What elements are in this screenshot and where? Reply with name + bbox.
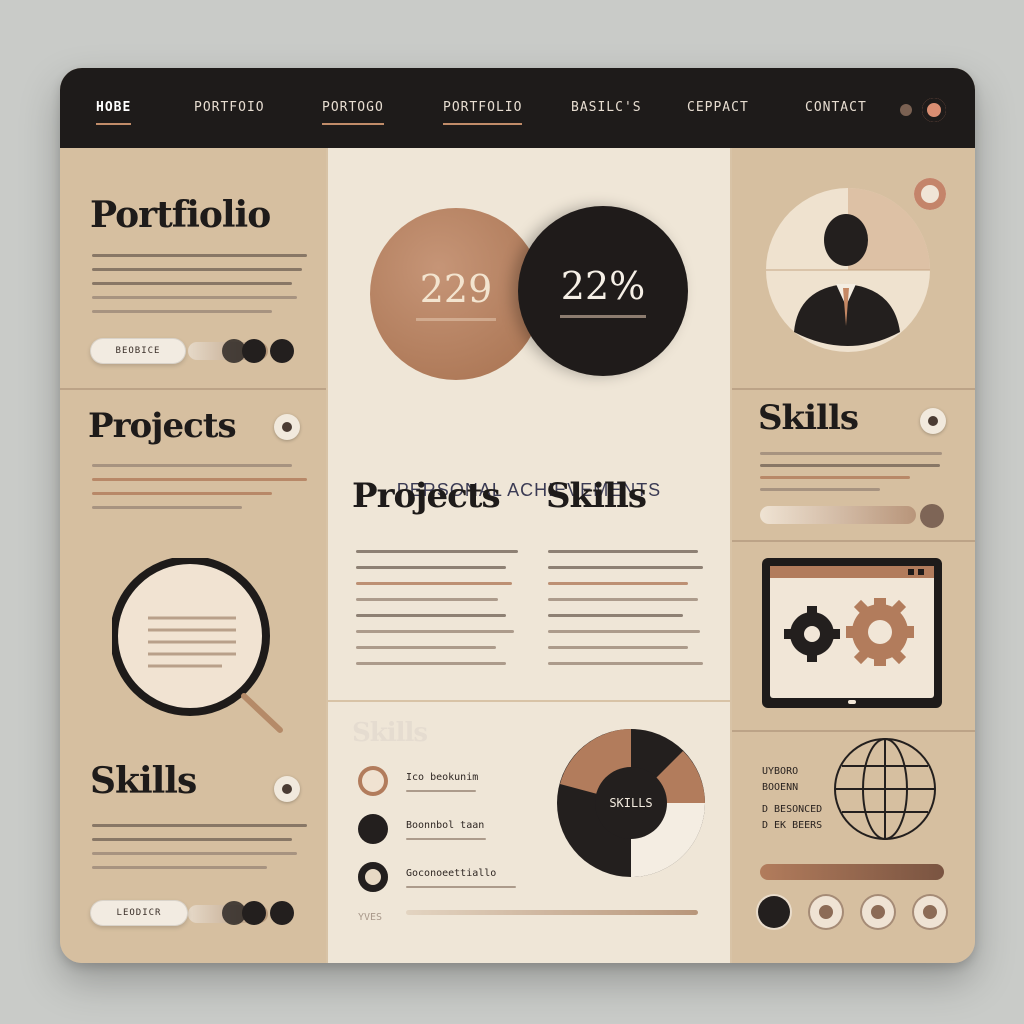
text-line <box>356 630 514 633</box>
option-ring-icon[interactable] <box>914 896 946 928</box>
text-line <box>92 282 292 285</box>
text-line <box>548 614 683 617</box>
achievements-panel <box>328 148 730 700</box>
footer-label: YVES <box>358 912 383 923</box>
progress-bar <box>406 910 698 915</box>
skills-title: Skills <box>90 760 197 802</box>
nav-item-portfolio-2[interactable]: PORTOGO <box>322 100 384 125</box>
text-line <box>406 790 476 792</box>
text-line <box>548 662 703 665</box>
projects-title: Projects <box>88 406 237 446</box>
option-dark-icon[interactable] <box>758 896 790 928</box>
stat-circle-right: 22% <box>518 206 688 376</box>
text-line <box>92 464 292 467</box>
text-line <box>356 566 506 569</box>
legend-marker-icon <box>358 814 388 844</box>
app-window: HOBE PORTFOIO PORTOGO PORTFOLIO BASILC'S… <box>60 68 975 963</box>
tablet-gears-illustration <box>762 558 942 708</box>
text-line <box>548 566 703 569</box>
slider-handle-icon[interactable] <box>920 504 944 528</box>
text-line <box>356 614 506 617</box>
profile-toggle-icon[interactable] <box>922 98 946 122</box>
text-line <box>548 550 698 553</box>
skills-heading: Skills <box>546 476 647 516</box>
text-line <box>92 838 292 841</box>
option-ring-icon[interactable] <box>862 896 894 928</box>
text-line <box>356 662 506 665</box>
skills-section-toggle-icon[interactable] <box>920 408 946 434</box>
text-line <box>560 314 646 318</box>
legend-marker-icon <box>358 766 388 796</box>
circle-button-icon[interactable] <box>242 339 266 363</box>
stat-right-value: 22% <box>560 263 646 308</box>
legend-label: Boonnbol taan <box>406 820 485 831</box>
text-line <box>92 296 297 299</box>
text-line <box>92 478 307 481</box>
text-line <box>760 476 910 479</box>
text-line <box>548 598 698 601</box>
legend-label: Goconoeettiallo <box>406 868 497 879</box>
globe-icon <box>834 738 936 840</box>
portfolio-button[interactable]: BEOBICE <box>90 338 186 364</box>
top-nav: HOBE PORTFOIO PORTOGO PORTFOLIO BASILC'S… <box>60 68 975 148</box>
text-line <box>548 582 688 585</box>
stat-left-value: 229 <box>419 266 493 311</box>
text-line <box>416 317 496 321</box>
legend-marker-icon <box>358 862 388 892</box>
text-line <box>760 452 942 455</box>
text-line <box>92 866 267 869</box>
nav-item-portfolio-1[interactable]: PORTFOIO <box>194 100 265 120</box>
nav-item-home[interactable]: HOBE <box>96 100 132 125</box>
text-line <box>406 838 486 840</box>
text-line <box>548 646 688 649</box>
text-line <box>92 310 272 313</box>
status-dot-icon <box>900 104 912 116</box>
divider <box>732 388 975 390</box>
text-line <box>548 630 700 633</box>
divider <box>732 540 975 542</box>
skills-button[interactable]: LEODICR <box>90 900 188 926</box>
text-line <box>356 550 518 553</box>
donut-label: SKILLS <box>609 796 653 810</box>
text-line <box>356 598 498 601</box>
projects-toggle-icon[interactable] <box>274 414 300 440</box>
text-line <box>92 268 302 271</box>
skills-toggle-icon[interactable] <box>274 776 300 802</box>
stat-circle-left: 229 <box>370 208 542 380</box>
divider <box>732 730 975 732</box>
text-line <box>356 646 496 649</box>
nav-item-portfolio-3[interactable]: PORTFOLIO <box>443 100 523 125</box>
faded-heading: Skills <box>352 718 428 748</box>
text-line <box>406 886 516 888</box>
circle-button-icon[interactable] <box>270 339 294 363</box>
nav-item-compact[interactable]: CEPPACT <box>687 100 749 120</box>
text-line <box>92 254 307 257</box>
projects-heading: Projects <box>352 476 501 516</box>
circle-button-icon[interactable] <box>242 901 266 925</box>
skills-slider[interactable] <box>760 506 916 524</box>
globe-label: D EK BEERS <box>762 820 823 831</box>
text-line <box>760 464 940 467</box>
globe-label: UYBORO <box>762 766 799 777</box>
text-line <box>92 824 307 827</box>
divider <box>60 388 326 390</box>
globe-label: D BESONCED <box>762 804 823 815</box>
text-line <box>92 492 272 495</box>
globe-label: BOOENN <box>762 782 799 793</box>
legend-label: Ico beokunim <box>406 772 479 783</box>
progress-bar <box>760 864 944 880</box>
text-line <box>92 852 297 855</box>
text-line <box>760 488 880 491</box>
text-line <box>356 582 512 585</box>
nav-item-basics[interactable]: BASILC'S <box>571 100 642 120</box>
skills-section-title: Skills <box>758 398 859 438</box>
option-ring-icon[interactable] <box>810 896 842 928</box>
text-line <box>92 506 242 509</box>
portfolio-title: Portfiolio <box>90 194 271 236</box>
profile-avatar <box>766 188 930 352</box>
nav-item-contact[interactable]: CONTACT <box>805 100 867 120</box>
circle-button-icon[interactable] <box>270 901 294 925</box>
magnifier-icon <box>112 558 283 733</box>
